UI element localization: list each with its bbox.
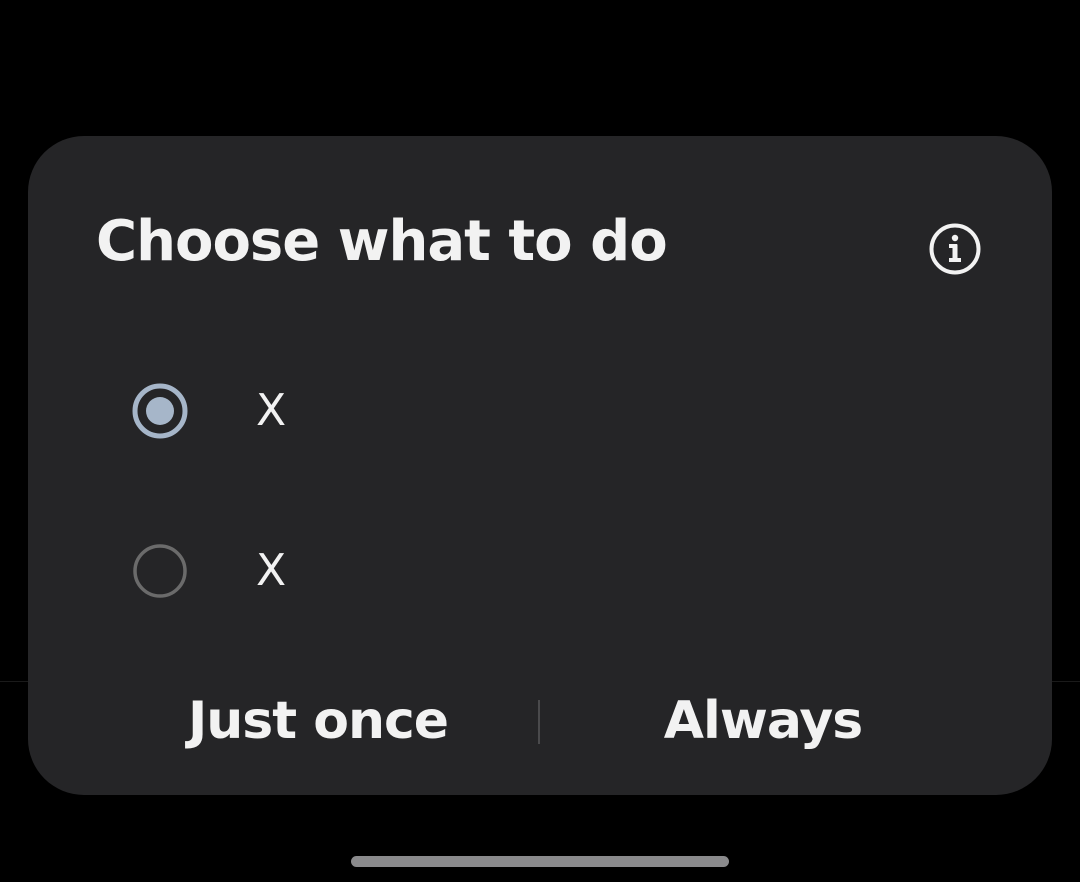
option-item-1[interactable]: X <box>88 351 988 471</box>
radio-selected[interactable] <box>132 383 188 439</box>
option-item-2[interactable]: X <box>88 511 988 631</box>
button-divider <box>538 700 540 744</box>
screen: Choose what to do X X Just once Always <box>0 0 1080 882</box>
just-once-button[interactable]: Just once <box>148 676 488 766</box>
home-indicator-bar[interactable] <box>351 856 729 867</box>
choose-action-dialog: Choose what to do X X Just once Always <box>28 136 1052 795</box>
option-label: X <box>256 545 287 596</box>
radio-unselected[interactable] <box>132 543 188 599</box>
option-label: X <box>256 385 287 436</box>
info-icon[interactable] <box>928 222 982 276</box>
dialog-title: Choose what to do <box>96 209 668 274</box>
always-button[interactable]: Always <box>608 676 918 766</box>
